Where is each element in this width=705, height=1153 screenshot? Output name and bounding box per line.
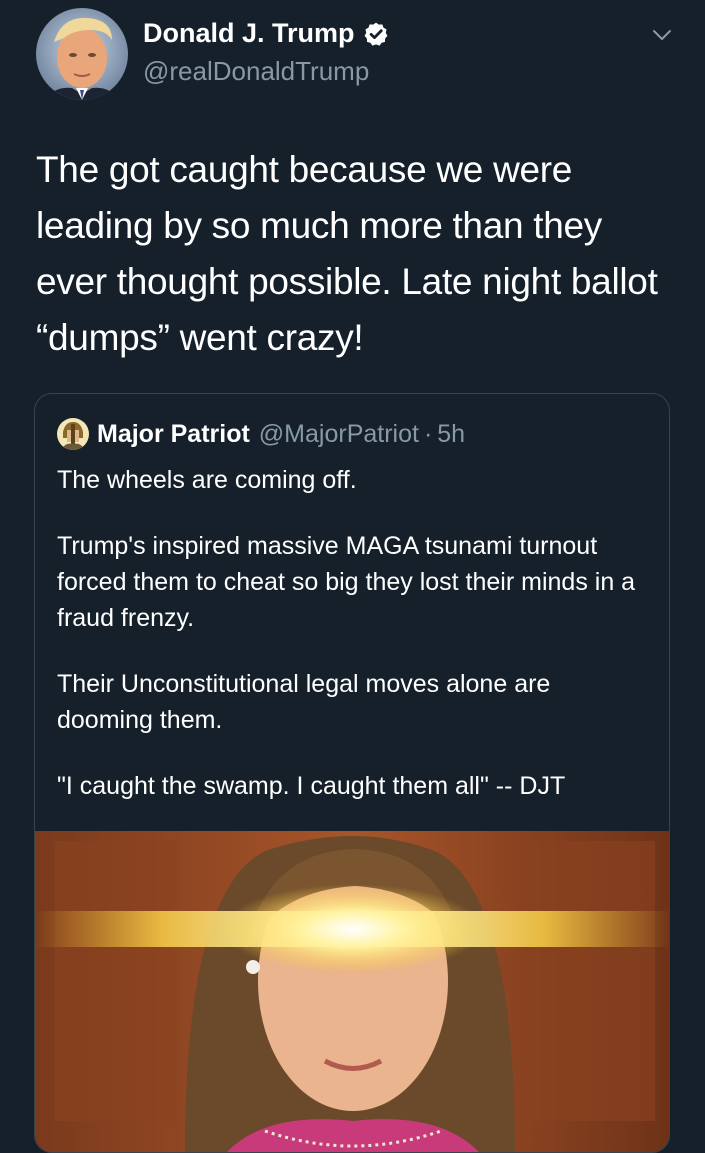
author-handle[interactable]: @realDonaldTrump bbox=[143, 56, 369, 87]
tweet-text-line: ever thought possible. Late night ballot bbox=[36, 261, 658, 302]
profile-photo-icon bbox=[36, 8, 128, 100]
author-name-row[interactable]: Donald J. Trump bbox=[143, 18, 389, 49]
quoted-tweet-header: Major Patriot @MajorPatriot · 5h bbox=[57, 418, 465, 450]
quoted-tweet-media[interactable] bbox=[35, 831, 669, 1152]
tweet-text: The got caught because we were leading b… bbox=[36, 142, 686, 366]
tweet-text-line: leading by so much more than they bbox=[36, 205, 602, 246]
quoted-paragraph: "I caught the swamp. I caught them all" … bbox=[57, 772, 566, 800]
author-avatar[interactable] bbox=[36, 8, 128, 100]
author-name[interactable]: Donald J. Trump bbox=[143, 18, 355, 49]
quoted-tweet-text: The wheels are coming off. Trump's inspi… bbox=[57, 462, 647, 834]
tweet-text-line: The got caught because we were bbox=[36, 149, 573, 190]
chevron-down-icon[interactable] bbox=[650, 23, 674, 47]
quoted-tweet-timestamp[interactable]: 5h bbox=[437, 420, 465, 449]
quoted-paragraph: Trump's inspired massive MAGA tsunami tu… bbox=[57, 532, 636, 632]
quoted-paragraph: The wheels are coming off. bbox=[57, 466, 357, 494]
separator-dot: · bbox=[423, 419, 433, 448]
quoted-tweet[interactable]: Major Patriot @MajorPatriot · 5h The whe… bbox=[34, 393, 670, 1153]
glowing-eyes-meme-photo-icon bbox=[35, 831, 669, 1152]
quoted-author-name[interactable]: Major Patriot bbox=[97, 420, 250, 449]
quoted-author-handle[interactable]: @MajorPatriot bbox=[259, 420, 419, 449]
tweet-text-line: “dumps” went crazy! bbox=[36, 317, 364, 358]
quoted-paragraph: Their Unconstitutional legal moves alone… bbox=[57, 670, 551, 734]
quoted-author-avatar[interactable] bbox=[57, 418, 89, 450]
profile-photo-icon bbox=[57, 418, 89, 450]
verified-badge-icon bbox=[364, 22, 387, 46]
